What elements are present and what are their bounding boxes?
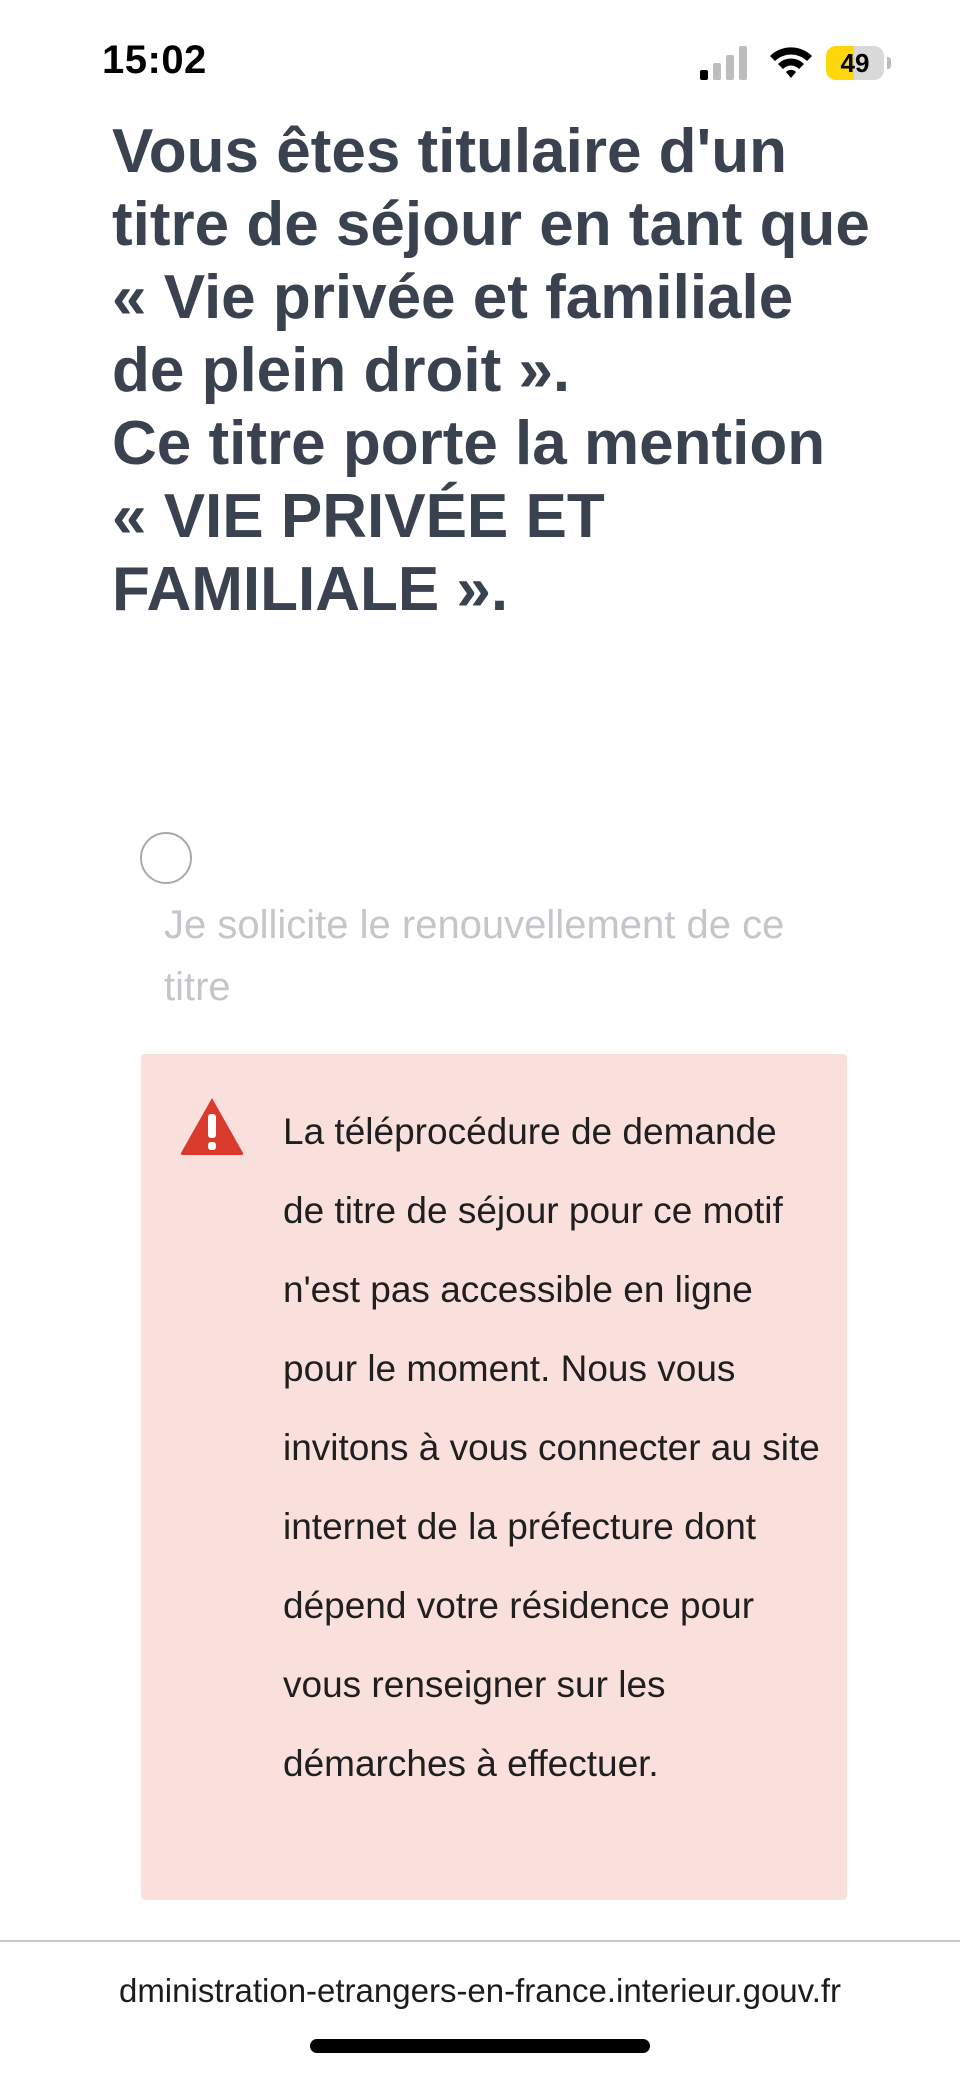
title-line-residence-permit: Vous êtes titulaire d'un titre de séjour… [112,117,870,405]
title-line-mention: Ce titre porte la mention « VIE PRIVÉE E… [112,409,826,624]
status-bar: 15:02 49 [0,0,960,120]
battery-body: 49 [826,46,884,80]
signal-icon [700,46,747,80]
battery-cap [887,57,891,69]
renewal-option-label: Je sollicite le renouvellement de ce tit… [164,903,785,1009]
address-bar[interactable]: dministration-etrangers-en-france.interi… [0,1966,960,2016]
status-time: 15:02 [102,38,207,82]
battery-level: 49 [840,48,870,78]
page-title: Vous êtes titulaire d'un titre de séjour… [112,115,872,626]
battery-icon: 49 [826,46,892,80]
alert-message: La téléprocédure de demande de titre de … [283,1111,820,1784]
home-indicator[interactable] [310,2039,650,2053]
bottom-divider [0,1940,960,1942]
wifi-icon [770,47,812,78]
warning-icon [180,1098,244,1155]
warning-alert: La téléprocédure de demande de titre de … [141,1054,847,1900]
renewal-radio[interactable] [140,832,192,884]
